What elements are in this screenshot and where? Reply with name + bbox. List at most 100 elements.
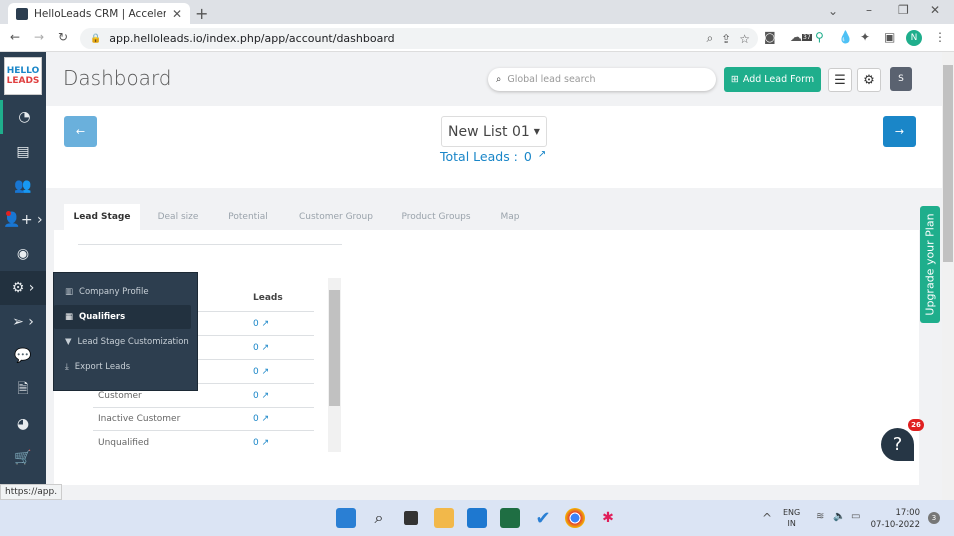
arrow-right-icon[interactable]: → <box>895 125 904 138</box>
extensions-puzzle-icon[interactable]: ✦ <box>860 30 870 44</box>
profile-avatar[interactable]: N <box>906 30 922 46</box>
close-tab-icon[interactable]: ✕ <box>172 7 182 21</box>
url-input[interactable]: 🔒 app.helloleads.io/index.php/app/accoun… <box>80 28 758 49</box>
user-circle-icon: ◉ <box>16 246 30 262</box>
sidebar: ◔ ▤ 👥 👤+ › ◉ ⚙ › ➢ › 💬 🗎 ◕ 🛒 <box>0 52 46 484</box>
sidebar-item-reports[interactable]: ◕ <box>0 407 46 441</box>
clock[interactable]: 17:00 07-10-2022 <box>870 507 920 531</box>
tab-product-groups[interactable]: Product Groups <box>394 204 478 230</box>
task-view-icon[interactable] <box>404 511 418 525</box>
search-icon[interactable]: ⌕ <box>369 508 389 528</box>
help-badge: 26 <box>908 419 924 431</box>
gear-icon: ⚙ › <box>11 280 35 296</box>
sidebar-item-profile[interactable]: ◉ <box>0 237 46 271</box>
sidebar-item-cart[interactable]: 🛒 <box>0 441 46 475</box>
filter-icon: ▼ <box>65 337 72 347</box>
menu-item-lead-stage-customization[interactable]: ▼ Lead Stage Customization <box>54 330 197 354</box>
tab-deal-size[interactable]: Deal size <box>148 204 208 230</box>
wifi-icon[interactable]: ≋ <box>816 511 824 522</box>
leads-count-link[interactable]: 0 ↗ <box>253 438 269 448</box>
url-text: app.helloleads.io/index.php/app/account/… <box>109 32 395 45</box>
minimize-icon[interactable]: – <box>866 3 872 17</box>
battery-icon[interactable]: ▭ <box>851 511 860 522</box>
help-button[interactable]: ? <box>881 428 914 461</box>
scrollbar-thumb[interactable] <box>943 65 953 262</box>
list-icon: ▤ <box>16 144 30 160</box>
table-icon: ▦ <box>65 312 74 322</box>
sidebar-item-team[interactable]: 👥 <box>0 169 46 203</box>
forward-icon[interactable]: → <box>34 30 44 44</box>
camera-extension-icon[interactable]: ◙ <box>764 30 776 44</box>
chrome-icon[interactable] <box>565 508 585 528</box>
side-panel-icon[interactable]: ▣ <box>884 30 895 44</box>
page-scrollbar[interactable] <box>942 52 954 500</box>
extension-icon[interactable]: ⚲ <box>815 30 824 44</box>
list-dropdown[interactable]: New List 01 ▼ <box>441 116 547 147</box>
menu-item-company-profile[interactable]: ▥ Company Profile <box>54 280 197 304</box>
close-window-icon[interactable]: ✕ <box>930 3 940 17</box>
dashboard-gauge-icon: ◔ <box>18 109 31 125</box>
restore-icon[interactable]: ❐ <box>898 3 909 17</box>
show-hidden-icons[interactable]: ^ <box>762 511 772 525</box>
tab-potential[interactable]: Potential <box>218 204 278 230</box>
add-lead-form-button[interactable]: ⊞ Add Lead Form <box>724 67 821 92</box>
new-tab-icon[interactable]: + <box>195 4 208 23</box>
list-view-button[interactable]: ☰ <box>828 68 852 92</box>
outlook-icon[interactable] <box>467 508 487 528</box>
global-search-input[interactable]: ⌕ Global lead search <box>488 68 716 91</box>
upgrade-plan-button[interactable]: Upgrade your Plan <box>920 206 940 323</box>
sidebar-item-campaigns[interactable]: ➢ › <box>0 305 46 339</box>
sidebar-item-leads[interactable]: ▤ <box>0 135 46 169</box>
windows-start-icon[interactable] <box>336 508 356 528</box>
browser-tab-bar: HelloLeads CRM | Accelerate You ✕ + ⌄ – … <box>0 0 954 24</box>
extension-icon[interactable]: ☁ 37 <box>790 30 812 44</box>
slack-icon[interactable]: ✱ <box>598 508 618 528</box>
tab-search-icon[interactable]: ⌄ <box>828 4 838 18</box>
bookmark-star-icon[interactable]: ☆ <box>739 32 750 46</box>
external-link-icon[interactable]: ↗ <box>538 149 546 164</box>
leads-count-link[interactable]: 0 ↗ <box>253 414 269 424</box>
notification-badge[interactable]: 3 <box>928 512 940 524</box>
leads-count-link[interactable]: 0 ↗ <box>253 391 269 401</box>
settings-button[interactable]: ⚙ <box>857 68 881 92</box>
list-selected-value: New List 01 <box>448 123 530 140</box>
back-icon[interactable]: ← <box>10 30 20 44</box>
helloleads-logo[interactable]: HELLO LEADS <box>4 57 42 95</box>
user-avatar[interactable]: S <box>890 67 912 91</box>
excel-icon[interactable] <box>500 508 520 528</box>
file-explorer-icon[interactable] <box>434 508 454 528</box>
site-favicon-icon <box>16 7 28 20</box>
volume-icon[interactable]: 🔈 <box>833 511 845 522</box>
next-list-button[interactable]: → <box>883 116 916 147</box>
menu-item-export-leads[interactable]: ⤓ Export Leads <box>54 355 197 379</box>
sidebar-item-add-user[interactable]: 👤+ › <box>0 203 46 237</box>
tab-customer-group[interactable]: Customer Group <box>290 204 382 230</box>
previous-list-button[interactable]: ← <box>64 116 97 147</box>
leads-count-link[interactable]: 0 ↗ <box>253 319 269 329</box>
menu-item-qualifiers[interactable]: ▦ Qualifiers <box>54 305 191 329</box>
pie-chart-icon: ◕ <box>16 416 30 432</box>
todo-icon[interactable]: ✔ <box>533 508 553 529</box>
zoom-icon[interactable]: ⌕ <box>706 31 713 46</box>
extension-drop-icon[interactable]: 💧 <box>838 30 853 44</box>
share-icon[interactable]: ⇪ <box>721 32 731 46</box>
sidebar-item-dashboard[interactable]: ◔ <box>0 100 46 134</box>
tab-map[interactable]: Map <box>490 204 530 230</box>
scrollbar-thumb[interactable] <box>329 290 340 406</box>
table-scrollbar[interactable] <box>328 278 341 452</box>
caret-down-icon: ▼ <box>533 127 540 136</box>
sidebar-item-invoice[interactable]: 🗎 <box>0 373 46 407</box>
language-indicator[interactable]: ENG IN <box>783 507 800 529</box>
total-leads[interactable]: Total Leads : 0 ↗ <box>440 149 546 164</box>
leads-count-link[interactable]: 0 ↗ <box>253 343 269 353</box>
browser-tab[interactable]: HelloLeads CRM | Accelerate You ✕ <box>8 3 190 24</box>
page-title: Dashboard <box>63 66 172 90</box>
tab-lead-stage[interactable]: Lead Stage <box>64 204 140 230</box>
reload-icon[interactable]: ↻ <box>58 30 68 44</box>
chat-icon: 💬 <box>14 348 32 364</box>
sidebar-item-settings[interactable]: ⚙ › <box>0 271 46 305</box>
leads-count-link[interactable]: 0 ↗ <box>253 367 269 377</box>
arrow-left-icon: ← <box>75 125 86 138</box>
sidebar-item-chat[interactable]: 💬 <box>0 339 46 373</box>
browser-menu-icon[interactable]: ⋮ <box>934 30 946 44</box>
